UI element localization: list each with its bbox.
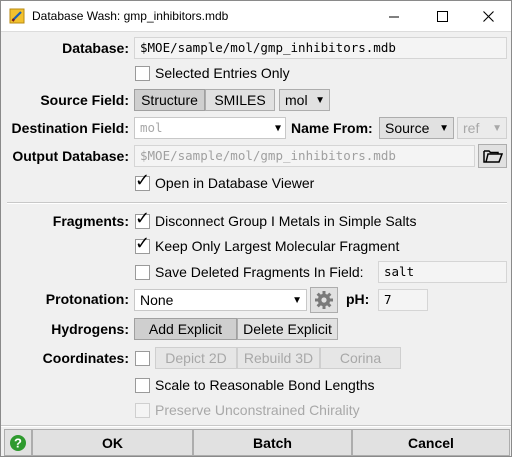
source-field-label: Source Field: (40, 92, 129, 108)
chevron-down-icon: ▼ (274, 123, 281, 134)
protonation-settings-button[interactable] (310, 287, 338, 313)
svg-text:?: ? (14, 435, 22, 450)
save-deleted-field-input[interactable]: salt (378, 261, 507, 283)
ph-input[interactable]: 7 (378, 289, 428, 311)
checkmark-icon: ✓ (135, 233, 151, 253)
name-from-select[interactable]: Source ▼ (379, 117, 454, 139)
name-from-value: Source (385, 120, 430, 136)
selected-entries-checkbox[interactable] (135, 66, 150, 81)
browse-folder-button[interactable] (478, 144, 507, 168)
preserve-chirality-label: Preserve Unconstrained Chirality (155, 402, 360, 418)
minimize-button[interactable] (371, 1, 417, 32)
scale-bonds-label: Scale to Reasonable Bond Lengths (155, 377, 375, 393)
add-explicit-button[interactable]: Add Explicit (134, 318, 237, 340)
source-structure-button[interactable]: Structure (134, 89, 205, 111)
corina-button[interactable]: Corina (320, 347, 401, 369)
save-deleted-checkbox[interactable] (135, 265, 150, 280)
window-title: Database Wash: gmp_inhibitors.mdb (32, 9, 229, 23)
source-smiles-button[interactable]: SMILES (205, 89, 275, 111)
gear-icon (315, 291, 333, 309)
fragments-label: Fragments: (52, 213, 129, 229)
checkmark-icon: ✓ (135, 208, 151, 228)
database-label: Database: (62, 40, 129, 56)
name-from-label: Name From: (291, 120, 373, 136)
output-database-input[interactable]: $MOE/sample/mol/gmp_inhibitors.mdb (134, 145, 475, 167)
rebuild-3d-button[interactable]: Rebuild 3D (237, 347, 320, 369)
delete-explicit-button[interactable]: Delete Explicit (237, 318, 338, 340)
destination-field-input: mol (140, 120, 163, 135)
disconnect-metals-checkbox[interactable]: ✓ (135, 209, 150, 229)
maximize-icon (436, 11, 448, 22)
hydrogens-label: Hydrogens: (51, 321, 129, 337)
keep-largest-checkbox[interactable]: ✓ (135, 234, 150, 254)
footer-separator (1, 425, 511, 427)
name-from-ref-select[interactable]: ref ▼ (457, 117, 507, 139)
dialog-window: Database Wash: gmp_inhibitors.mdb Databa… (0, 0, 512, 457)
close-icon (482, 11, 494, 22)
ph-label: pH: (346, 291, 370, 307)
help-icon: ? (10, 434, 26, 451)
destination-field-combo[interactable]: mol ▼ (134, 117, 286, 139)
source-field-value: mol (285, 92, 308, 108)
cancel-button[interactable]: Cancel (352, 429, 510, 456)
coordinates-checkbox[interactable] (135, 351, 150, 366)
scale-bonds-checkbox[interactable] (135, 378, 150, 393)
disconnect-metals-label: Disconnect Group I Metals in Simple Salt… (155, 213, 417, 229)
database-field[interactable]: $MOE/sample/mol/gmp_inhibitors.mdb (134, 37, 507, 59)
name-from-ref-value: ref (463, 120, 480, 136)
protonation-select[interactable]: None ▼ (134, 289, 307, 311)
close-button[interactable] (465, 1, 511, 32)
coordinates-label: Coordinates: (42, 350, 129, 366)
destination-field-label: Destination Field: (11, 120, 129, 136)
open-in-viewer-checkbox[interactable]: ✓ (135, 171, 150, 191)
protonation-value: None (140, 292, 174, 308)
chevron-down-icon: ▼ (439, 123, 449, 134)
app-icon (9, 8, 25, 24)
save-deleted-label: Save Deleted Fragments In Field: (155, 264, 364, 280)
open-in-viewer-label: Open in Database Viewer (155, 175, 315, 191)
selected-entries-label: Selected Entries Only (155, 65, 290, 81)
protonation-label: Protonation: (45, 291, 129, 307)
title-bar[interactable]: Database Wash: gmp_inhibitors.mdb (1, 1, 511, 32)
depict-2d-button[interactable]: Depict 2D (155, 347, 237, 369)
ok-button[interactable]: OK (32, 429, 193, 456)
chevron-down-icon: ▼ (492, 123, 502, 134)
keep-largest-label: Keep Only Largest Molecular Fragment (155, 238, 400, 254)
output-database-label: Output Database: (12, 148, 129, 164)
preserve-chirality-checkbox[interactable] (135, 403, 150, 418)
folder-icon (482, 150, 503, 163)
separator (7, 202, 507, 204)
chevron-down-icon: ▼ (292, 295, 302, 306)
minimize-icon (388, 16, 399, 18)
chevron-down-icon: ▼ (315, 95, 325, 106)
checkmark-icon: ✓ (135, 170, 151, 190)
maximize-button[interactable] (419, 1, 465, 32)
source-field-select[interactable]: mol ▼ (279, 89, 330, 111)
help-button[interactable]: ? (4, 429, 32, 456)
batch-button[interactable]: Batch (193, 429, 352, 456)
